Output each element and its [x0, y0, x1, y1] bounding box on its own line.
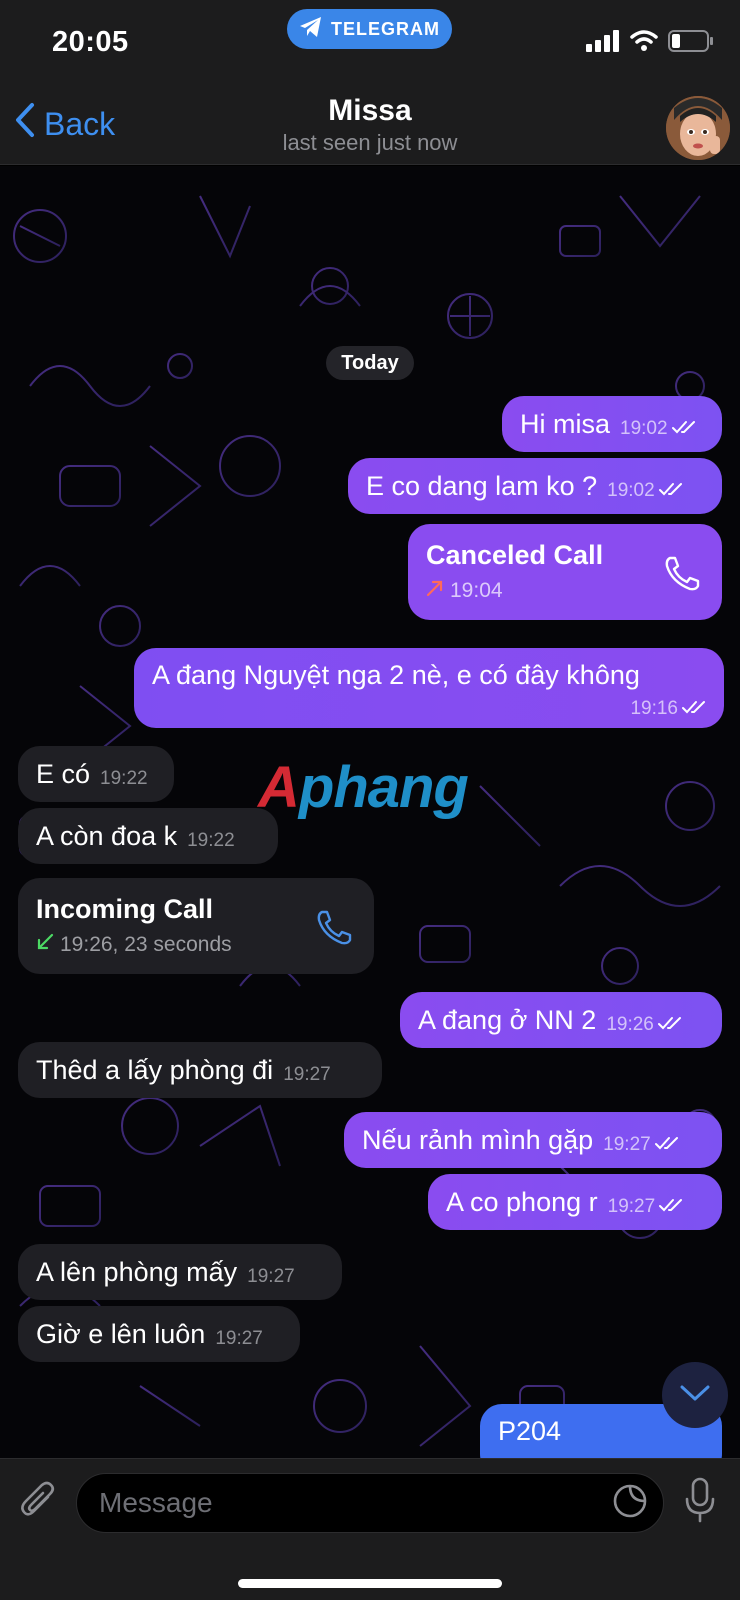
date-separator: Today	[326, 346, 414, 380]
attach-icon[interactable]	[18, 1479, 58, 1528]
message-time: 19:16	[630, 698, 678, 719]
status-bar: 20:05 TELEGRAM	[0, 0, 740, 88]
message-bubble-incoming[interactable]: Thêd a lấy phòng đi 19:27	[18, 1042, 382, 1098]
message-bubble-incoming[interactable]: Giờ e lên luôn 19:27	[18, 1306, 300, 1362]
phone-icon[interactable]	[314, 908, 354, 953]
message-text: E có	[36, 758, 91, 789]
call-bubble-incoming[interactable]: Incoming Call 19:26, 23 seconds	[18, 878, 374, 974]
message-bubble-outgoing[interactable]: A đang ở NN 2 19:26	[400, 992, 722, 1048]
message-bubble-incoming[interactable]: E có 19:22	[18, 746, 174, 802]
call-time: 19:26, 23 seconds	[60, 933, 232, 956]
message-bubble-outgoing[interactable]: Hi misa 19:02	[502, 396, 722, 452]
sticker-icon[interactable]	[612, 1483, 648, 1524]
read-ticks-icon	[654, 1134, 681, 1156]
last-seen-status: last seen just now	[282, 130, 458, 155]
wifi-icon	[630, 30, 658, 57]
message-input[interactable]	[76, 1473, 664, 1533]
read-ticks-icon	[682, 698, 708, 720]
chevron-down-icon	[679, 1383, 711, 1408]
call-bubble-canceled[interactable]: Canceled Call 19:04	[408, 524, 722, 620]
message-time: 19:27	[247, 1266, 295, 1287]
message-text: A còn đoa k	[36, 820, 178, 851]
message-bubble-outgoing[interactable]: A co phong r 19:27	[428, 1174, 722, 1230]
watermark-logo: Aphang	[258, 755, 469, 820]
scroll-to-bottom-button[interactable]	[662, 1362, 728, 1428]
message-text: Giờ e lên luôn	[36, 1318, 206, 1349]
phone-icon[interactable]	[662, 554, 702, 599]
microphone-icon[interactable]	[683, 1477, 717, 1528]
message-bubble-incoming[interactable]: A lên phòng mấy 19:27	[18, 1244, 342, 1300]
message-text: A đang Nguyệt nga 2 nè, e có đây không	[152, 660, 640, 690]
chat-title-block[interactable]: Missa last seen just now	[0, 94, 740, 156]
telegram-pill-label: TELEGRAM	[331, 18, 440, 39]
message-text: P204	[498, 1416, 562, 1446]
message-time: 19:02	[607, 480, 655, 501]
message-text: Nếu rảnh mình gặp	[362, 1124, 594, 1155]
message-text: Hi misa	[520, 408, 611, 439]
home-indicator[interactable]	[238, 1579, 502, 1588]
message-time: 19:27	[215, 1328, 263, 1349]
chat-title: Missa	[328, 94, 412, 127]
message-text: A lên phòng mấy	[36, 1256, 238, 1287]
read-ticks-icon	[658, 480, 685, 502]
chat-area[interactable]: Today Hi misa 19:02 E co dang lam ko ? 1…	[0, 166, 740, 1458]
system-icons	[586, 30, 714, 57]
message-time: 19:02	[620, 418, 668, 439]
read-ticks-icon	[671, 418, 698, 440]
message-text: E co dang lam ko ?	[366, 470, 598, 501]
outgoing-call-arrow-icon	[426, 579, 444, 603]
call-time: 19:04	[450, 579, 503, 602]
message-time: 19:22	[187, 830, 235, 851]
telegram-pill[interactable]: TELEGRAM	[287, 9, 452, 49]
avatar[interactable]	[666, 96, 730, 160]
message-text: A co phong r	[446, 1186, 598, 1217]
message-time: 19:26	[606, 1014, 654, 1035]
message-time: 19:27	[283, 1064, 331, 1085]
read-ticks-icon	[657, 1014, 684, 1036]
message-bubble-outgoing[interactable]: E co dang lam ko ? 19:02	[348, 458, 722, 514]
telegram-icon	[299, 16, 323, 43]
message-bubble-outgoing[interactable]: A đang Nguyệt nga 2 nè, e có đây không 1…	[134, 648, 724, 728]
message-time: 19:27	[607, 1196, 656, 1217]
read-ticks-icon	[659, 1196, 685, 1218]
message-text: A đang ở NN 2	[418, 1004, 597, 1035]
chat-header: Back Missa last seen just now	[0, 88, 740, 165]
message-text: Thêd a lấy phòng đi	[36, 1054, 274, 1085]
call-title: Incoming Call	[36, 894, 214, 924]
message-bubble-incoming[interactable]: A còn đoa k 19:22	[18, 808, 278, 864]
battery-icon	[668, 30, 714, 57]
status-time: 20:05	[52, 26, 129, 58]
message-time: 19:22	[100, 768, 148, 789]
message-time: 19:27	[603, 1134, 651, 1155]
message-bubble-outgoing[interactable]: Nếu rảnh mình gặp 19:27	[344, 1112, 722, 1168]
incoming-call-arrow-icon	[36, 933, 54, 957]
signal-icon	[586, 30, 620, 57]
